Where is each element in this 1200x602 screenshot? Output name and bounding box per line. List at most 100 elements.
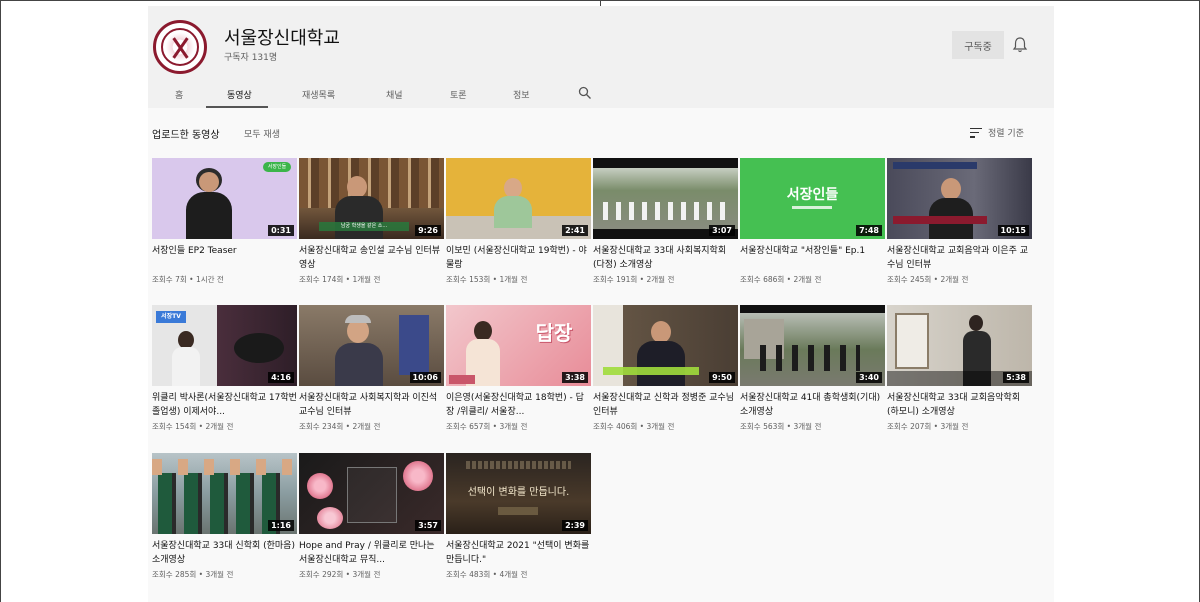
video-duration: 3:07 — [709, 225, 735, 236]
video-thumbnail[interactable]: 10:06 — [299, 305, 444, 386]
section-title: 업로드한 동영상 — [152, 130, 220, 141]
subscribed-button[interactable]: 구독중 — [952, 31, 1004, 59]
video-duration: 10:15 — [997, 225, 1029, 236]
video-thumbnail[interactable]: 답장 3:38 — [446, 305, 591, 386]
video-duration: 9:50 — [709, 372, 735, 383]
video-thumbnail[interactable]: 남궁 학생을 같은 소... 9:26 — [299, 158, 444, 239]
video-meta: 조회수 207회 • 3개월 전 — [887, 422, 969, 431]
video-thumbnail[interactable]: 서장인들 7:48 — [740, 158, 885, 239]
video-meta: 조회수 154회 • 2개월 전 — [152, 422, 234, 431]
video-title[interactable]: 서울장신대학교 33대 교회음악학회 (하모니) 소개영상 — [887, 391, 1032, 419]
tab-home[interactable]: 홈 — [175, 88, 183, 101]
students-group — [760, 345, 860, 371]
video-title[interactable]: 서울장신대학교 "서장인들" Ep.1 — [740, 244, 885, 258]
video-meta: 조회수 657회 • 3개월 전 — [446, 422, 528, 431]
video-thumbnail[interactable]: 2:41 — [446, 158, 591, 239]
video-thumbnail[interactable]: 5:38 — [887, 305, 1032, 386]
video-title[interactable]: 서울장신대학교 교회음악과 이은주 교수님 인터뷰 — [887, 244, 1032, 272]
video-meta: 조회수 285회 • 3개월 전 — [152, 570, 234, 579]
video-duration: 4:16 — [268, 372, 294, 383]
person-face — [199, 172, 219, 192]
sort-icon — [970, 127, 982, 138]
video-duration: 3:40 — [856, 372, 882, 383]
tab-videos[interactable]: 동영상 — [227, 88, 252, 101]
letterbox-top — [593, 158, 738, 168]
video-title[interactable]: 서장인들 EP2 Teaser — [152, 244, 297, 258]
tab-playlists[interactable]: 재생목록 — [302, 88, 335, 101]
video-duration: 5:38 — [1003, 372, 1029, 383]
video-title[interactable]: 이보민 (서울장신대학교 19학번) - 야 물랑 — [446, 244, 591, 272]
search-icon[interactable] — [578, 86, 592, 100]
video-title[interactable]: 서울장신대학교 33대 사회복지학회 (다정) 소개영상 — [593, 244, 738, 272]
bell-icon[interactable] — [1012, 36, 1028, 54]
series-badge: 서장인들 — [263, 162, 291, 172]
person-face — [504, 178, 522, 198]
video-thumbnail[interactable]: 선택이 변화를 만듭니다. 2:39 — [446, 453, 591, 534]
person-body — [494, 196, 532, 228]
video-meta: 조회수 563회 • 3개월 전 — [740, 422, 822, 431]
video-thumbnail[interactable]: 3:40 — [740, 305, 885, 386]
video-title[interactable]: 서울장신대학교 33대 신학회 (한마음) 소개영상 — [152, 539, 297, 567]
video-title[interactable]: 서울장신대학교 2021 "선택이 변화를 만듭니다." — [446, 539, 591, 567]
background-object — [399, 315, 429, 375]
video-title[interactable]: 서울장신대학교 41대 총학생회(기대) 소개영상 — [740, 391, 885, 419]
channel-tabs: 홈 동영상 재생목록 채널 토론 정보 — [148, 78, 1054, 108]
channel-name[interactable]: 서울장신대학교 — [224, 24, 340, 50]
thumbnail-caption-bar — [603, 367, 699, 375]
play-all-link[interactable]: 모두 재생 — [244, 127, 280, 140]
tab-about[interactable]: 정보 — [513, 88, 530, 101]
university-logo-strip — [498, 507, 538, 515]
video-thumbnail[interactable]: 서장TV 4:16 — [152, 305, 297, 386]
dancers — [603, 202, 727, 220]
letterbox-top — [740, 305, 885, 313]
sort-button[interactable]: 정렬 기준 — [970, 126, 1024, 139]
video-meta: 조회수 483회 • 4개월 전 — [446, 570, 528, 579]
person-head — [474, 321, 492, 341]
person-hair — [345, 315, 371, 323]
flower-left — [307, 473, 333, 499]
series-title: 서장인들 — [786, 187, 839, 203]
video-title[interactable]: 서울장신대학교 신학과 정병준 교수님 인터뷰 — [593, 391, 738, 419]
university-seal-icon — [161, 28, 199, 66]
person-face — [941, 178, 961, 200]
door-frame — [895, 313, 929, 369]
subscriber-count: 구독자 131명 — [224, 53, 278, 63]
video-thumbnail[interactable]: 3:07 — [593, 158, 738, 239]
video-thumbnail[interactable]: 3:57 — [299, 453, 444, 534]
video-title[interactable]: 이은영(서울장신대학교 18학번) - 답장 /위클리/ 서울장... — [446, 391, 591, 419]
tab-channels[interactable]: 채널 — [386, 88, 403, 101]
person-body — [335, 343, 383, 386]
thumbnail-header-bar — [893, 162, 977, 169]
tab-discussion[interactable]: 토론 — [450, 88, 467, 101]
person-face — [347, 176, 367, 198]
person-body — [172, 347, 200, 386]
student-faces — [152, 459, 297, 475]
video-title[interactable]: 서울장신대학교 사회복지학과 이진석교수님 인터뷰 — [299, 391, 444, 419]
person-face — [651, 321, 671, 343]
vinyl-record — [234, 333, 284, 363]
video-meta: 조회수 7회 • 1시간 전 — [152, 275, 224, 284]
flower-bottom — [317, 507, 343, 529]
video-meta: 조회수 406회 • 3개월 전 — [593, 422, 675, 431]
video-title[interactable]: 위클리 박사론(서울장신대학교 17학번 졸업생) 이제서야... — [152, 391, 297, 419]
channel-page: 서울장신대학교 구독자 131명 구독중 홈 동영상 재생목록 채널 토론 정보… — [148, 6, 1054, 602]
video-thumbnail[interactable]: 1:16 — [152, 453, 297, 534]
slogan-text: 선택이 변화를 만듭니다. — [467, 487, 570, 498]
video-meta: 조회수 174회 • 1개월 전 — [299, 275, 381, 284]
video-title[interactable]: 서울장신대학교 송인설 교수님 인터뷰 영상 — [299, 244, 444, 272]
video-duration: 10:06 — [409, 372, 441, 383]
video-duration: 3:38 — [562, 372, 588, 383]
song-title-graphic: 답장 — [535, 321, 573, 345]
video-duration: 3:57 — [415, 520, 441, 531]
video-duration: 2:41 — [562, 225, 588, 236]
channel-badge: 서장TV — [156, 311, 186, 323]
video-meta: 조회수 191회 • 2개월 전 — [593, 275, 675, 284]
video-thumbnail[interactable]: 9:50 — [593, 305, 738, 386]
flower-right — [403, 461, 433, 491]
thumbnail-caption-bar — [893, 216, 987, 224]
video-thumbnail[interactable]: 10:15 — [887, 158, 1032, 239]
video-thumbnail[interactable]: 서장인들 0:31 — [152, 158, 297, 239]
sort-label: 정렬 기준 — [988, 129, 1024, 139]
channel-avatar[interactable] — [153, 20, 207, 74]
video-title[interactable]: Hope and Pray / 위클리로 만나는 서울장신대학교 뮤직... — [299, 539, 444, 567]
